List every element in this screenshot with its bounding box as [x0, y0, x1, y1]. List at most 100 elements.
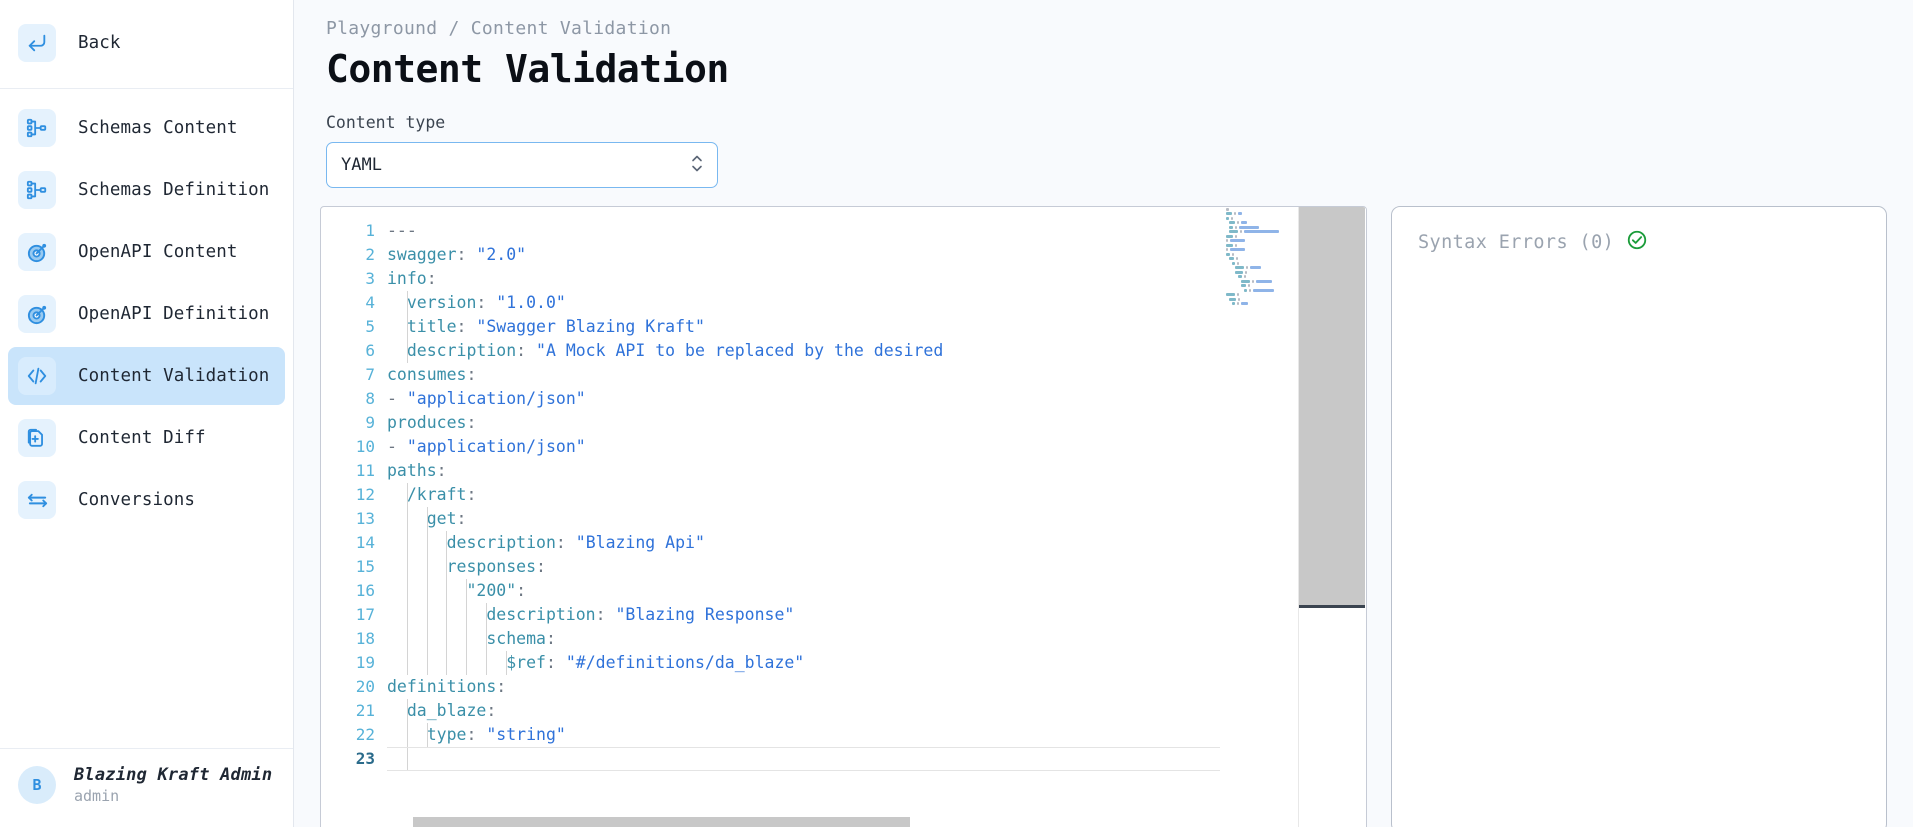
- editor-line-number: 6: [365, 341, 375, 360]
- editor-minimap[interactable]: [1220, 207, 1298, 827]
- code-token: :: [466, 413, 477, 432]
- main-content: Playground / Content Validation Content …: [294, 0, 1913, 827]
- indent-guide: [446, 603, 448, 627]
- code-editor-panel[interactable]: 1 2 3 4 5 6 7 8 9 10 11 12 13 14 15 16 17 18 19 20 21 22 23 --…: [320, 206, 1367, 827]
- editor-vertical-scrollbar-thumb[interactable]: [1299, 207, 1365, 605]
- user-role: admin: [74, 787, 120, 805]
- avatar: B: [18, 766, 56, 804]
- sidebar-item-openapi-definition[interactable]: OpenAPI Definition: [8, 285, 285, 343]
- editor-line-number: 21: [355, 701, 375, 720]
- editor-horizontal-scrollbar-thumb[interactable]: [413, 817, 910, 827]
- sidebar-nav: Schemas Content Schemas Definition OpenA…: [0, 89, 293, 533]
- indent-guide: [406, 748, 408, 770]
- code-token: "string": [486, 725, 566, 744]
- document-diff-icon: [18, 419, 56, 457]
- minimap-segment: [1226, 239, 1228, 243]
- sidebar-item-label: Back: [78, 33, 121, 53]
- editor-inner[interactable]: 1 2 3 4 5 6 7 8 9 10 11 12 13 14 15 16 17 18 19 20 21 22 23 --…: [321, 207, 1366, 827]
- indent-guide: [426, 555, 428, 579]
- minimap-segment: [1235, 270, 1243, 274]
- sidebar-item-label: Conversions: [78, 490, 195, 510]
- back-arrow-icon: [18, 24, 56, 62]
- code-token: :: [555, 533, 576, 552]
- minimap-segment: [1226, 248, 1228, 252]
- code-token: "application/json": [406, 389, 586, 408]
- minimap-segment: [1237, 293, 1240, 297]
- minimap-segment: [1244, 275, 1247, 279]
- minimap-segment: [1226, 243, 1233, 247]
- code-token: :: [466, 725, 487, 744]
- indent-guide: [406, 531, 408, 555]
- sidebar-item-label: Content Validation: [78, 366, 270, 386]
- editor-line-number: 16: [355, 581, 375, 600]
- minimap-segment: [1233, 212, 1236, 216]
- minimap-segment: [1229, 230, 1239, 234]
- minimap-segment: [1240, 221, 1247, 225]
- sidebar-item-openapi-content[interactable]: OpenAPI Content: [8, 223, 285, 281]
- code-token: "#/definitions/da_blaze": [565, 653, 805, 672]
- check-circle-icon: [1626, 229, 1648, 255]
- editor-line-number: 11: [355, 461, 375, 480]
- minimap-segment: [1229, 221, 1235, 225]
- sidebar-item-schemas-content[interactable]: Schemas Content: [8, 99, 285, 157]
- editor-line-number: 13: [355, 509, 375, 528]
- content-type-select-wrapper: YAML: [326, 142, 718, 188]
- code-token: get: [387, 509, 457, 528]
- editor-line-number: 2: [365, 245, 375, 264]
- syntax-errors-title: Syntax Errors (0): [1418, 231, 1615, 253]
- editor-vertical-scrollbar[interactable]: [1298, 207, 1366, 827]
- sidebar-back-section: Back: [0, 0, 293, 89]
- sidebar-item-back[interactable]: Back: [8, 14, 285, 72]
- code-token: :: [466, 365, 477, 384]
- indent-guide: [426, 579, 428, 603]
- minimap-segment: [1226, 216, 1230, 220]
- code-token: :: [496, 677, 507, 696]
- indent-guide: [446, 651, 448, 675]
- code-token: :: [436, 461, 447, 480]
- editor-line-number: 22: [355, 725, 375, 744]
- code-token: "200": [466, 581, 517, 600]
- code-token: -: [387, 437, 407, 456]
- sidebar-item-content-diff[interactable]: Content Diff: [8, 409, 285, 467]
- editor-line-number: 18: [355, 629, 375, 648]
- minimap-segment: [1232, 261, 1235, 265]
- indent-guide: [406, 603, 408, 627]
- sidebar-item-conversions[interactable]: Conversions: [8, 471, 285, 529]
- code-token: swagger: [387, 245, 457, 264]
- editor-scroll-marker: [1299, 605, 1365, 608]
- minimap-segment: [1235, 266, 1245, 270]
- editor-line-number: 8: [365, 389, 375, 408]
- code-token: :: [426, 269, 437, 288]
- content-type-label: Content type: [326, 113, 446, 132]
- minimap-segment: [1244, 270, 1247, 274]
- code-token: consumes: [387, 365, 467, 384]
- chevron-updown-icon[interactable]: [690, 153, 704, 178]
- panels-row: 1 2 3 4 5 6 7 8 9 10 11 12 13 14 15 16 17 18 19 20 21 22 23 --…: [320, 206, 1887, 827]
- minimap-segment: [1226, 234, 1233, 238]
- minimap-segment: [1239, 225, 1259, 229]
- code-token: produces: [387, 413, 467, 432]
- editor-line-number: 19: [355, 653, 375, 672]
- minimap-segment: [1240, 230, 1243, 234]
- minimap-segment: [1226, 212, 1232, 216]
- minimap-segment: [1248, 284, 1251, 288]
- sidebar-item-content-validation[interactable]: Content Validation: [8, 347, 285, 405]
- indent-guide: [406, 579, 408, 603]
- minimap-segment: [1253, 288, 1274, 292]
- editor-line-number: 3: [365, 269, 375, 288]
- indent-guide: [406, 483, 408, 507]
- minimap-segment: [1252, 279, 1255, 283]
- code-brackets-icon: [18, 357, 56, 395]
- indent-guide: [486, 651, 487, 675]
- code-token: paths: [387, 461, 437, 480]
- editor-line-number: 5: [365, 317, 375, 336]
- code-token: description: [387, 605, 596, 624]
- minimap-segment: [1236, 221, 1239, 225]
- code-token: "Swagger Blazing Kraft": [476, 317, 705, 336]
- sidebar-item-label: Schemas Content: [78, 118, 238, 138]
- editor-line-number: 9: [365, 413, 375, 432]
- sidebar-user-profile[interactable]: B Blazing Kraft Admin admin: [0, 748, 293, 827]
- indent-guide: [406, 339, 408, 363]
- sidebar-item-schemas-definition[interactable]: Schemas Definition: [8, 161, 285, 219]
- content-type-select[interactable]: YAML: [326, 142, 718, 188]
